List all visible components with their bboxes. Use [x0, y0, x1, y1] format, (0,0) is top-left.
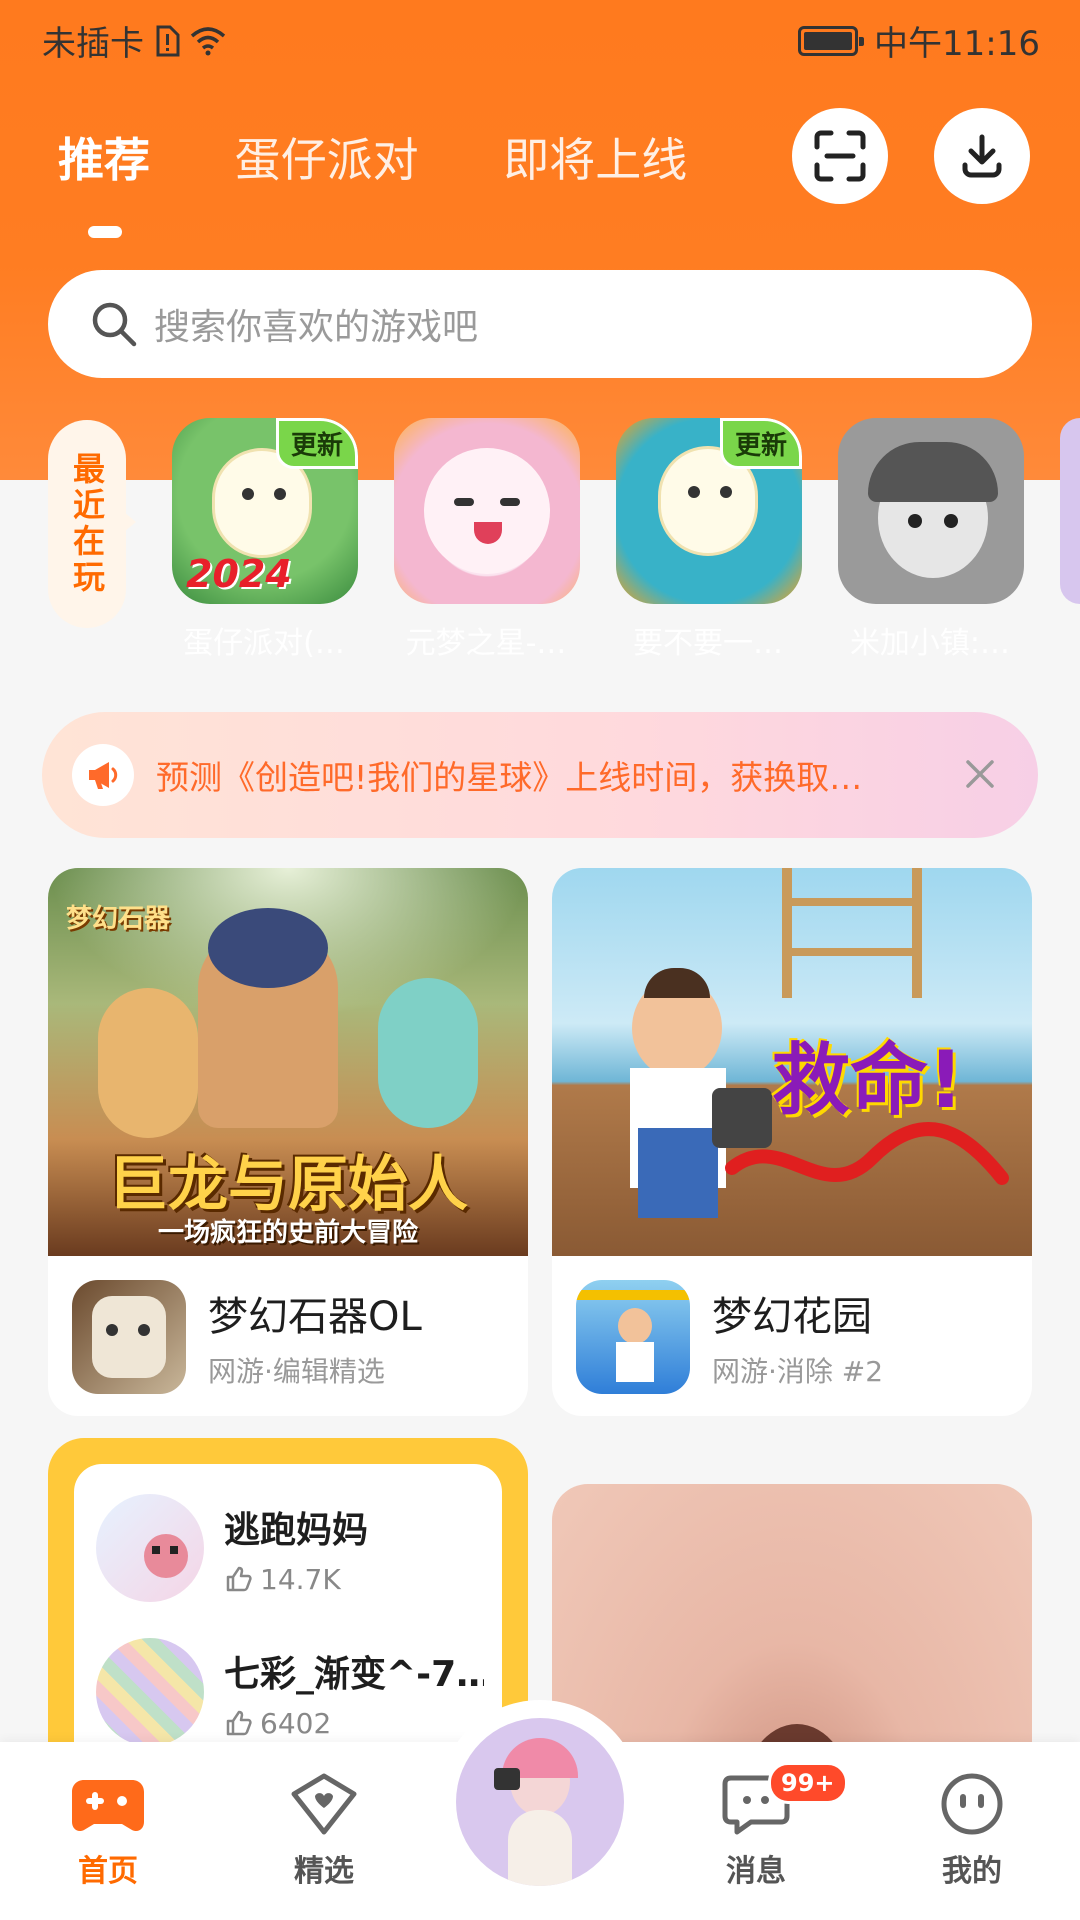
- app-icon-mhsq: [72, 1280, 186, 1394]
- banner-subtitle-text: 一场疯狂的史前大冒险: [157, 1218, 418, 1248]
- rope-squiggle-icon: [725, 1122, 1009, 1185]
- recent-label: 最近在玩: [48, 420, 136, 628]
- game-banner-mhhy: 救命!: [552, 868, 1032, 1256]
- ranking-title: 七彩_渐变^-7…: [224, 1653, 484, 1695]
- tab-eggy-party[interactable]: 蛋仔派对: [235, 124, 419, 190]
- year-2024-text: 2024: [186, 552, 292, 596]
- tab-indicator: [88, 226, 122, 238]
- status-left: 未插卡: [42, 16, 226, 65]
- recent-item-mijia[interactable]: 米加小镇:…: [838, 418, 1028, 662]
- app-icon-mhhy: [576, 1280, 690, 1394]
- ranking-title: 逃跑妈妈: [224, 1509, 369, 1551]
- heart-badge-icon: [291, 1773, 357, 1835]
- recent-item-yaobuyao[interactable]: 更新 要不要一…: [616, 418, 806, 662]
- thumbs-up-icon: [226, 1710, 252, 1736]
- recent-item-partial[interactable]: [1060, 418, 1080, 604]
- card-title: 梦幻花园: [712, 1294, 872, 1340]
- recent-item-name: 要不要一…: [633, 626, 783, 661]
- thumbs-up-icon: [226, 1566, 252, 1592]
- ranking-item[interactable]: 逃跑妈妈 14.7K: [96, 1494, 484, 1602]
- nav-label: 精选: [294, 1854, 354, 1889]
- game-card-mhhy[interactable]: 救命! 梦幻花园 网游·消除 #2: [552, 868, 1032, 1416]
- gamepad-icon: [72, 1780, 144, 1832]
- clock-text: 中午11:16: [874, 24, 1040, 64]
- recent-item-yuanmeng[interactable]: 元梦之星-…: [394, 418, 584, 662]
- game-icon-yuanmeng: [394, 418, 580, 604]
- tab-bar: 推荐 蛋仔派对 即将上线 玩: [58, 124, 768, 194]
- ranking-item[interactable]: 七彩_渐变^-7… 6402: [96, 1638, 484, 1746]
- card-subtitle: 网游·编辑精选: [208, 1355, 385, 1388]
- search-bar[interactable]: 搜索你喜欢的游戏吧: [48, 270, 1032, 378]
- recent-item-name: 元梦之星-…: [405, 626, 567, 661]
- notice-banner[interactable]: 预测《创造吧!我们的星球》上线时间，获换取…: [42, 712, 1038, 838]
- card-subtitle: 网游·消除 #2: [712, 1355, 884, 1388]
- game-banner-mhsq: 梦幻石器 巨龙与原始人 一场疯狂的史前大冒险: [48, 868, 528, 1256]
- recent-item-name: 米加小镇:…: [849, 626, 1011, 661]
- status-bar: 未插卡 中午11:16: [0, 0, 1080, 76]
- smiley-icon: [941, 1773, 1003, 1835]
- update-badge: 更新: [275, 418, 358, 469]
- update-badge: 更新: [719, 418, 802, 469]
- ranking-likes-count: 6402: [260, 1706, 332, 1740]
- recent-item-name: 蛋仔派对(…: [183, 626, 345, 661]
- ranking-likes: 6402: [224, 1707, 484, 1740]
- message-count-badge: 99+: [768, 1762, 848, 1804]
- card-title: 梦幻石器OL: [208, 1294, 422, 1340]
- nav-label: 首页: [78, 1854, 138, 1889]
- recent-games: 最近在玩 2024 更新 蛋仔派对(… 元梦之星-… 更新 要不要一… 米加小镇…: [0, 400, 1080, 680]
- scan-button[interactable]: [792, 108, 888, 204]
- nav-profile[interactable]: 我的: [902, 1772, 1042, 1890]
- download-icon: [962, 134, 1002, 178]
- banner-title-text: 巨龙与原始人: [108, 1150, 468, 1220]
- battery-icon: [798, 25, 865, 56]
- recent-item-eggy-party[interactable]: 2024 更新 蛋仔派对(…: [172, 418, 362, 662]
- ranking-likes: 14.7K: [224, 1563, 484, 1596]
- notice-text: 预测《创造吧!我们的星球》上线时间，获换取…: [156, 758, 863, 797]
- card-info: 梦幻花园 网游·消除 #2: [576, 1280, 883, 1394]
- nav-label: 我的: [942, 1854, 1002, 1889]
- tab-recommend[interactable]: 推荐: [58, 124, 150, 190]
- nav-center-avatar-button[interactable]: [438, 1700, 642, 1904]
- nav-featured[interactable]: 精选: [254, 1772, 394, 1890]
- scan-icon: [814, 130, 866, 182]
- download-button[interactable]: [934, 108, 1030, 204]
- card-info: 梦幻石器OL 网游·编辑精选: [72, 1280, 422, 1394]
- game-card-mhsq[interactable]: 梦幻石器 巨龙与原始人 一场疯狂的史前大冒险 梦幻石器OL 网游·编辑精选: [48, 868, 528, 1416]
- ranking-thumb: [96, 1638, 204, 1746]
- search-icon: [92, 302, 137, 347]
- nav-home[interactable]: 首页: [38, 1772, 178, 1890]
- game-icon-eggy-party: 2024 更新: [172, 418, 358, 604]
- wifi-icon: [190, 26, 226, 55]
- sim-alert-icon: [156, 25, 180, 56]
- carrier-text: 未插卡: [42, 24, 144, 64]
- close-icon[interactable]: [956, 750, 1004, 798]
- avatar: [456, 1718, 624, 1886]
- search-placeholder: 搜索你喜欢的游戏吧: [154, 307, 479, 348]
- megaphone-icon: [72, 744, 134, 806]
- ranking-thumb: [96, 1494, 204, 1602]
- game-icon-mijia: [838, 418, 1024, 604]
- status-right: 中午11:16: [798, 16, 1040, 65]
- ranking-likes-count: 14.7K: [260, 1562, 341, 1596]
- nav-label: 消息: [726, 1854, 786, 1889]
- game-icon-yaobuyao: 更新: [616, 418, 802, 604]
- banner-logo-text: 梦幻石器: [66, 904, 171, 934]
- tab-coming-soon[interactable]: 即将上线: [503, 124, 687, 190]
